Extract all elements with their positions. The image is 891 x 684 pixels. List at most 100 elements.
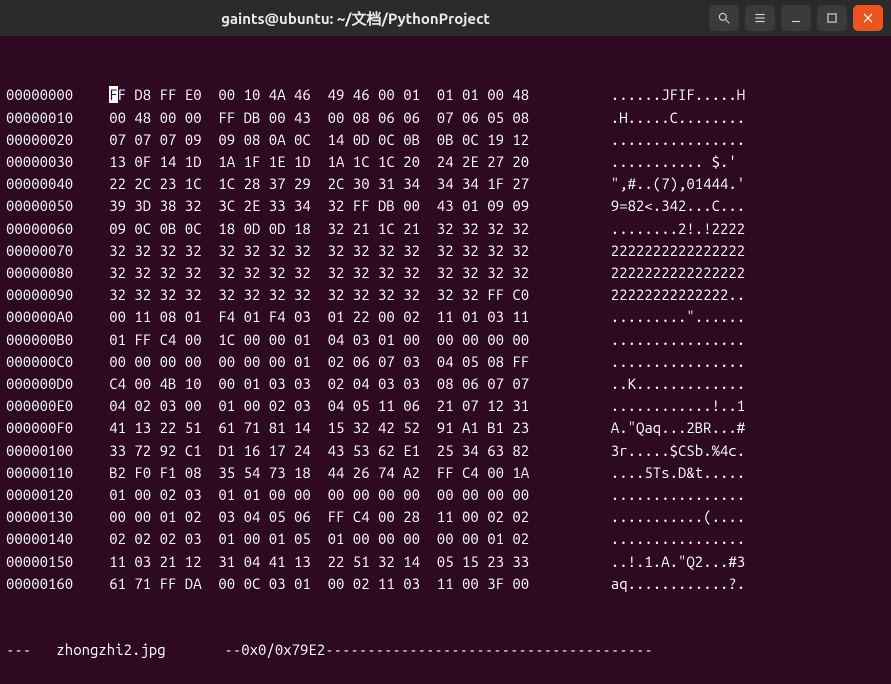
status-dashes-right: --------------------------------------- bbox=[325, 639, 885, 661]
status-dashes-left: --- bbox=[6, 639, 56, 661]
hex-bytes: 22 2C 23 1C 1C 28 37 29 2C 30 31 34 34 3… bbox=[84, 173, 594, 195]
offset: 00000000 bbox=[6, 84, 84, 106]
hex-bytes: 04 02 03 00 01 00 02 03 04 05 11 06 21 0… bbox=[84, 395, 594, 417]
offset: 000000F0 bbox=[6, 417, 84, 439]
offset: 00000110 bbox=[6, 462, 84, 484]
ascii: ................ bbox=[594, 329, 885, 351]
hex-row: 000000A0 00 11 08 01 F4 01 F4 03 01 22 0… bbox=[6, 306, 885, 328]
offset: 00000070 bbox=[6, 240, 84, 262]
hex-bytes: FF D8 FF E0 00 10 4A 46 49 46 00 01 01 0… bbox=[84, 84, 594, 106]
ascii: ........2!.!2222 bbox=[594, 218, 885, 240]
hex-bytes: 61 71 FF DA 00 0C 03 01 00 02 11 03 11 0… bbox=[84, 573, 594, 595]
hex-bytes: 32 32 32 32 32 32 32 32 32 32 32 32 32 3… bbox=[84, 262, 594, 284]
hex-bytes: 33 72 92 C1 D1 16 17 24 43 53 62 E1 25 3… bbox=[84, 440, 594, 462]
hex-row: 00000160 61 71 FF DA 00 0C 03 01 00 02 1… bbox=[6, 573, 885, 595]
status-filename: zhongzhi2.jpg bbox=[56, 639, 165, 661]
hex-bytes: 00 11 08 01 F4 01 F4 03 01 22 00 02 11 0… bbox=[84, 306, 594, 328]
offset: 000000C0 bbox=[6, 351, 84, 373]
hex-row: 00000070 32 32 32 32 32 32 32 32 32 32 3… bbox=[6, 240, 885, 262]
ascii: 2222222222222222 bbox=[594, 262, 885, 284]
offset: 00000140 bbox=[6, 528, 84, 550]
offset: 00000080 bbox=[6, 262, 84, 284]
ascii: aq............?. bbox=[594, 573, 885, 595]
hex-bytes: 00 48 00 00 FF DB 00 43 00 08 06 06 07 0… bbox=[84, 107, 594, 129]
hex-row: 000000B0 01 FF C4 00 1C 00 00 01 04 03 0… bbox=[6, 329, 885, 351]
offset: 000000A0 bbox=[6, 306, 84, 328]
ascii: ",#..(7),01444.' bbox=[594, 173, 885, 195]
offset: 00000090 bbox=[6, 284, 84, 306]
ascii: ......JFIF.....H bbox=[594, 84, 885, 106]
offset: 00000050 bbox=[6, 195, 84, 217]
ascii: ........... $.' bbox=[594, 151, 885, 173]
status-gap bbox=[166, 639, 225, 661]
ascii: ................ bbox=[594, 484, 885, 506]
ascii: 9=82<.342...C... bbox=[594, 195, 885, 217]
status-position: --0x0/0x79E2 bbox=[224, 639, 325, 661]
ascii: ............!..1 bbox=[594, 395, 885, 417]
window-titlebar: gaints@ubuntu: ~/文档/PythonProject bbox=[0, 0, 891, 36]
maximize-button[interactable] bbox=[817, 5, 847, 31]
ascii: ..K............. bbox=[594, 373, 885, 395]
offset: 000000B0 bbox=[6, 329, 84, 351]
cursor: F bbox=[109, 86, 117, 103]
hex-row: 00000030 13 0F 14 1D 1A 1F 1E 1D 1A 1C 1… bbox=[6, 151, 885, 173]
ascii: A."Qaq...2BR...# bbox=[594, 417, 885, 439]
hex-bytes: 07 07 07 09 09 08 0A 0C 14 0D 0C 0B 0B 0… bbox=[84, 129, 594, 151]
hex-row: 00000010 00 48 00 00 FF DB 00 43 00 08 0… bbox=[6, 107, 885, 129]
hex-bytes: 02 02 02 03 01 00 01 05 01 00 00 00 00 0… bbox=[84, 528, 594, 550]
offset: 000000D0 bbox=[6, 373, 84, 395]
hex-row: 00000090 32 32 32 32 32 32 32 32 32 32 3… bbox=[6, 284, 885, 306]
ascii: 3r.....$CSb.%4c. bbox=[594, 440, 885, 462]
search-button[interactable] bbox=[709, 5, 739, 31]
hex-bytes: B2 F0 F1 08 35 54 73 18 44 26 74 A2 FF C… bbox=[84, 462, 594, 484]
offset: 00000060 bbox=[6, 218, 84, 240]
offset: 00000010 bbox=[6, 107, 84, 129]
hex-row: 00000040 22 2C 23 1C 1C 28 37 29 2C 30 3… bbox=[6, 173, 885, 195]
terminal-output[interactable]: 00000000 FF D8 FF E0 00 10 4A 46 49 46 0… bbox=[0, 36, 891, 684]
offset: 000000E0 bbox=[6, 395, 84, 417]
hex-row: 00000100 33 72 92 C1 D1 16 17 24 43 53 6… bbox=[6, 440, 885, 462]
hex-bytes: 00 00 01 02 03 04 05 06 FF C4 00 28 11 0… bbox=[84, 506, 594, 528]
hex-row: 00000050 39 3D 38 32 3C 2E 33 34 32 FF D… bbox=[6, 195, 885, 217]
hex-row: 00000020 07 07 07 09 09 08 0A 0C 14 0D 0… bbox=[6, 129, 885, 151]
hex-bytes: C4 00 4B 10 00 01 03 03 02 04 03 03 08 0… bbox=[84, 373, 594, 395]
offset: 00000160 bbox=[6, 573, 84, 595]
hex-row: 00000130 00 00 01 02 03 04 05 06 FF C4 0… bbox=[6, 506, 885, 528]
offset: 00000030 bbox=[6, 151, 84, 173]
ascii: 22222222222222.. bbox=[594, 284, 885, 306]
ascii: ....5Ts.D&t..... bbox=[594, 462, 885, 484]
hex-bytes: 32 32 32 32 32 32 32 32 32 32 32 32 32 3… bbox=[84, 240, 594, 262]
ascii: ................ bbox=[594, 351, 885, 373]
offset: 00000020 bbox=[6, 129, 84, 151]
ascii: ................ bbox=[594, 129, 885, 151]
hex-bytes: 00 00 00 00 00 00 00 01 02 06 07 03 04 0… bbox=[84, 351, 594, 373]
hex-bytes: 39 3D 38 32 3C 2E 33 34 32 FF DB 00 43 0… bbox=[84, 195, 594, 217]
hex-row: 00000000 FF D8 FF E0 00 10 4A 46 49 46 0… bbox=[6, 84, 885, 106]
hex-bytes: 41 13 22 51 61 71 81 14 15 32 42 52 91 A… bbox=[84, 417, 594, 439]
ascii: ........."...... bbox=[594, 306, 885, 328]
hex-row: 000000E0 04 02 03 00 01 00 02 03 04 05 1… bbox=[6, 395, 885, 417]
ascii: 2222222222222222 bbox=[594, 240, 885, 262]
ascii: ................ bbox=[594, 528, 885, 550]
hex-row: 000000C0 00 00 00 00 00 00 00 01 02 06 0… bbox=[6, 351, 885, 373]
hex-bytes: 01 FF C4 00 1C 00 00 01 04 03 01 00 00 0… bbox=[84, 329, 594, 351]
hex-row: 000000F0 41 13 22 51 61 71 81 14 15 32 4… bbox=[6, 417, 885, 439]
hex-row: 00000110 B2 F0 F1 08 35 54 73 18 44 26 7… bbox=[6, 462, 885, 484]
status-line: --- zhongzhi2.jpg --0x0/0x79E2 ---------… bbox=[6, 639, 885, 661]
hex-bytes: 32 32 32 32 32 32 32 32 32 32 32 32 32 3… bbox=[84, 284, 594, 306]
menu-button[interactable] bbox=[745, 5, 775, 31]
close-button[interactable] bbox=[853, 5, 883, 31]
hex-row: 00000080 32 32 32 32 32 32 32 32 32 32 3… bbox=[6, 262, 885, 284]
minimize-button[interactable] bbox=[781, 5, 811, 31]
offset: 00000130 bbox=[6, 506, 84, 528]
offset: 00000100 bbox=[6, 440, 84, 462]
window-title: gaints@ubuntu: ~/文档/PythonProject bbox=[8, 8, 703, 29]
hex-bytes: 01 00 02 03 01 01 00 00 00 00 00 00 00 0… bbox=[84, 484, 594, 506]
offset: 00000120 bbox=[6, 484, 84, 506]
ascii: .H.....C........ bbox=[594, 107, 885, 129]
hex-row: 000000D0 C4 00 4B 10 00 01 03 03 02 04 0… bbox=[6, 373, 885, 395]
hex-row: 00000120 01 00 02 03 01 01 00 00 00 00 0… bbox=[6, 484, 885, 506]
offset: 00000040 bbox=[6, 173, 84, 195]
ascii: ...........(.... bbox=[594, 506, 885, 528]
hex-bytes: 13 0F 14 1D 1A 1F 1E 1D 1A 1C 1C 20 24 2… bbox=[84, 151, 594, 173]
